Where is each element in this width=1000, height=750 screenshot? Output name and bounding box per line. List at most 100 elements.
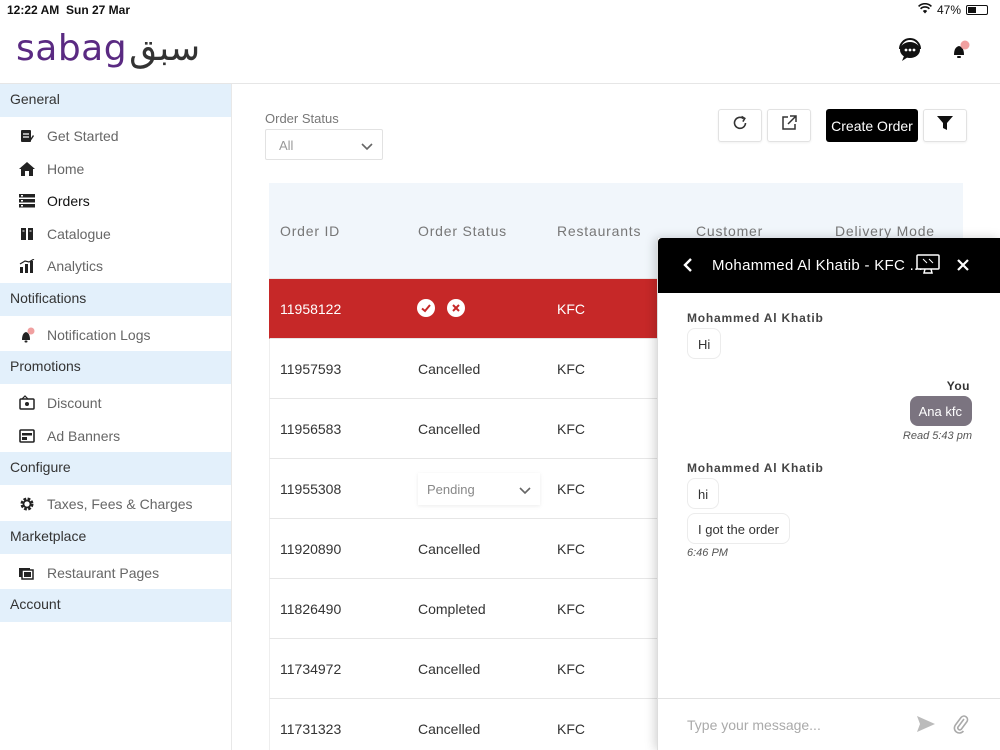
export-button[interactable] [767, 109, 811, 142]
sidebar-item-restaurant-pages[interactable]: Restaurant Pages [0, 557, 231, 590]
column-header-restaurants[interactable]: Restaurants [557, 223, 641, 239]
filter-icon [937, 115, 953, 136]
get-started-icon [18, 127, 36, 145]
accept-order-icon[interactable] [417, 299, 435, 317]
message-sender: Mohammed Al Khatib [687, 461, 824, 475]
incoming-message-bubble: I got the order [687, 513, 790, 544]
catalogue-icon [18, 225, 36, 243]
section-marketplace: Marketplace [0, 520, 231, 554]
sidebar-item-label: Notification Logs [47, 326, 151, 343]
battery-icon [966, 5, 988, 15]
order-status-cell: Cancelled [418, 661, 481, 677]
sidebar-item-ad-banners[interactable]: Ad Banners [0, 420, 231, 453]
sidebar-item-label: Ad Banners [47, 427, 121, 444]
send-icon[interactable] [916, 715, 936, 738]
ad-banners-icon [18, 427, 36, 445]
chat-message-input[interactable] [658, 699, 908, 750]
logo-latin: sabag [16, 28, 128, 69]
section-account[interactable]: Account [0, 589, 231, 622]
sidebar-item-label: Discount [47, 395, 102, 412]
order-id-cell: 11958122 [280, 301, 342, 317]
refresh-icon [731, 114, 749, 137]
restaurant-cell: KFC [557, 301, 585, 317]
sidebar-item-notification-logs[interactable]: Notification Logs [0, 319, 231, 352]
home-icon [18, 160, 36, 178]
sidebar-item-label: Catalogue [47, 225, 111, 242]
chat-composer [658, 698, 1000, 750]
sabag-logo: sabag سبق [16, 28, 200, 69]
order-status-cell: Cancelled [418, 721, 481, 737]
column-header-order-id[interactable]: Order ID [280, 223, 340, 239]
app-root: 12:22 AM Sun 27 Mar 47% sabag سبق Genera… [0, 0, 1000, 750]
restaurant-cell: KFC [557, 421, 585, 437]
status-bar: 12:22 AM Sun 27 Mar 47% [0, 0, 1000, 20]
message-timestamp: 6:46 PM [687, 547, 728, 559]
order-status-cell: Cancelled [418, 541, 481, 557]
sidebar-item-taxes-fees-charges[interactable]: Taxes, Fees & Charges [0, 488, 231, 521]
column-header-order-status[interactable]: Order Status [418, 223, 507, 239]
create-order-button[interactable]: Create Order [826, 109, 918, 142]
order-status-filter-select[interactable]: All [265, 129, 383, 160]
close-icon[interactable] [956, 258, 970, 277]
order-status-cell: Cancelled [418, 421, 481, 437]
order-status-filter-value: All [279, 138, 294, 153]
status-right: 47% [918, 2, 988, 17]
order-actions [417, 299, 465, 317]
monitor-icon[interactable] [916, 254, 940, 281]
order-id-cell: 11920890 [280, 541, 342, 557]
gear-icon [18, 495, 36, 513]
sidebar-item-label: Get Started [47, 128, 119, 145]
section-general: General [0, 84, 231, 117]
chat-header: Mohammed Al Khatib - KFC ... [658, 238, 1000, 293]
top-header: sabag سبق [0, 20, 1000, 84]
chevron-down-icon [519, 483, 531, 498]
restaurant-cell: KFC [557, 601, 585, 617]
external-link-icon [780, 114, 798, 137]
restaurant-cell: KFC [557, 661, 585, 677]
section-notifications: Notifications [0, 282, 231, 316]
chat-title: Mohammed Al Khatib - KFC ... [712, 257, 923, 274]
order-status-cell: Completed [418, 601, 486, 617]
sidebar-item-label: Orders [47, 193, 90, 210]
filter-button[interactable] [923, 109, 967, 142]
notifications-bell-icon[interactable] [947, 38, 975, 66]
order-id-cell: 11956583 [280, 421, 342, 437]
back-arrow-icon[interactable] [682, 257, 694, 278]
sidebar-item-home[interactable]: Home [0, 153, 231, 186]
sidebar-item-label: Home [47, 160, 85, 177]
sidebar-item-label: Analytics [47, 258, 104, 275]
sidebar-item-orders[interactable]: Orders [0, 185, 231, 218]
order-id-cell: 11731323 [280, 721, 342, 737]
sidebar-item-label: Restaurant Pages [47, 564, 160, 581]
sidebar: General Get Started Home Orders Catalogu… [0, 84, 232, 750]
outgoing-message-bubble: Ana kfc [909, 396, 972, 426]
section-promotions: Promotions [0, 351, 231, 384]
message-sender: Mohammed Al Khatib [687, 311, 824, 325]
logo-arabic: سبق [129, 28, 201, 69]
order-status-dropdown[interactable]: Pending [418, 473, 540, 505]
sidebar-item-label: Taxes, Fees & Charges [47, 496, 193, 513]
discount-icon [18, 394, 36, 412]
order-status-cell: Cancelled [418, 361, 481, 377]
support-chat-icon[interactable] [897, 38, 925, 66]
column-header-customer[interactable]: Customer [696, 223, 763, 239]
column-header-delivery-mode[interactable]: Delivery Mode [835, 223, 935, 239]
chevron-down-icon [361, 139, 373, 154]
reject-order-icon[interactable] [447, 299, 465, 317]
wifi-icon [918, 2, 932, 17]
sidebar-item-analytics[interactable]: Analytics [0, 250, 231, 283]
message-sender-you: You [946, 379, 970, 393]
order-id-cell: 11826490 [280, 601, 342, 617]
analytics-icon [18, 257, 36, 275]
refresh-button[interactable] [718, 109, 762, 142]
incoming-message-bubble: Hi [687, 328, 722, 359]
order-status-filter-label: Order Status [265, 111, 339, 126]
order-id-cell: 11955308 [280, 481, 342, 497]
attachment-icon[interactable] [953, 714, 969, 739]
sidebar-item-catalogue[interactable]: Catalogue [0, 218, 231, 251]
sidebar-item-discount[interactable]: Discount [0, 387, 231, 420]
section-configure: Configure [0, 452, 231, 485]
restaurant-pages-icon [18, 564, 36, 582]
sidebar-item-get-started[interactable]: Get Started [0, 120, 231, 153]
battery-percent: 47% [936, 3, 961, 17]
